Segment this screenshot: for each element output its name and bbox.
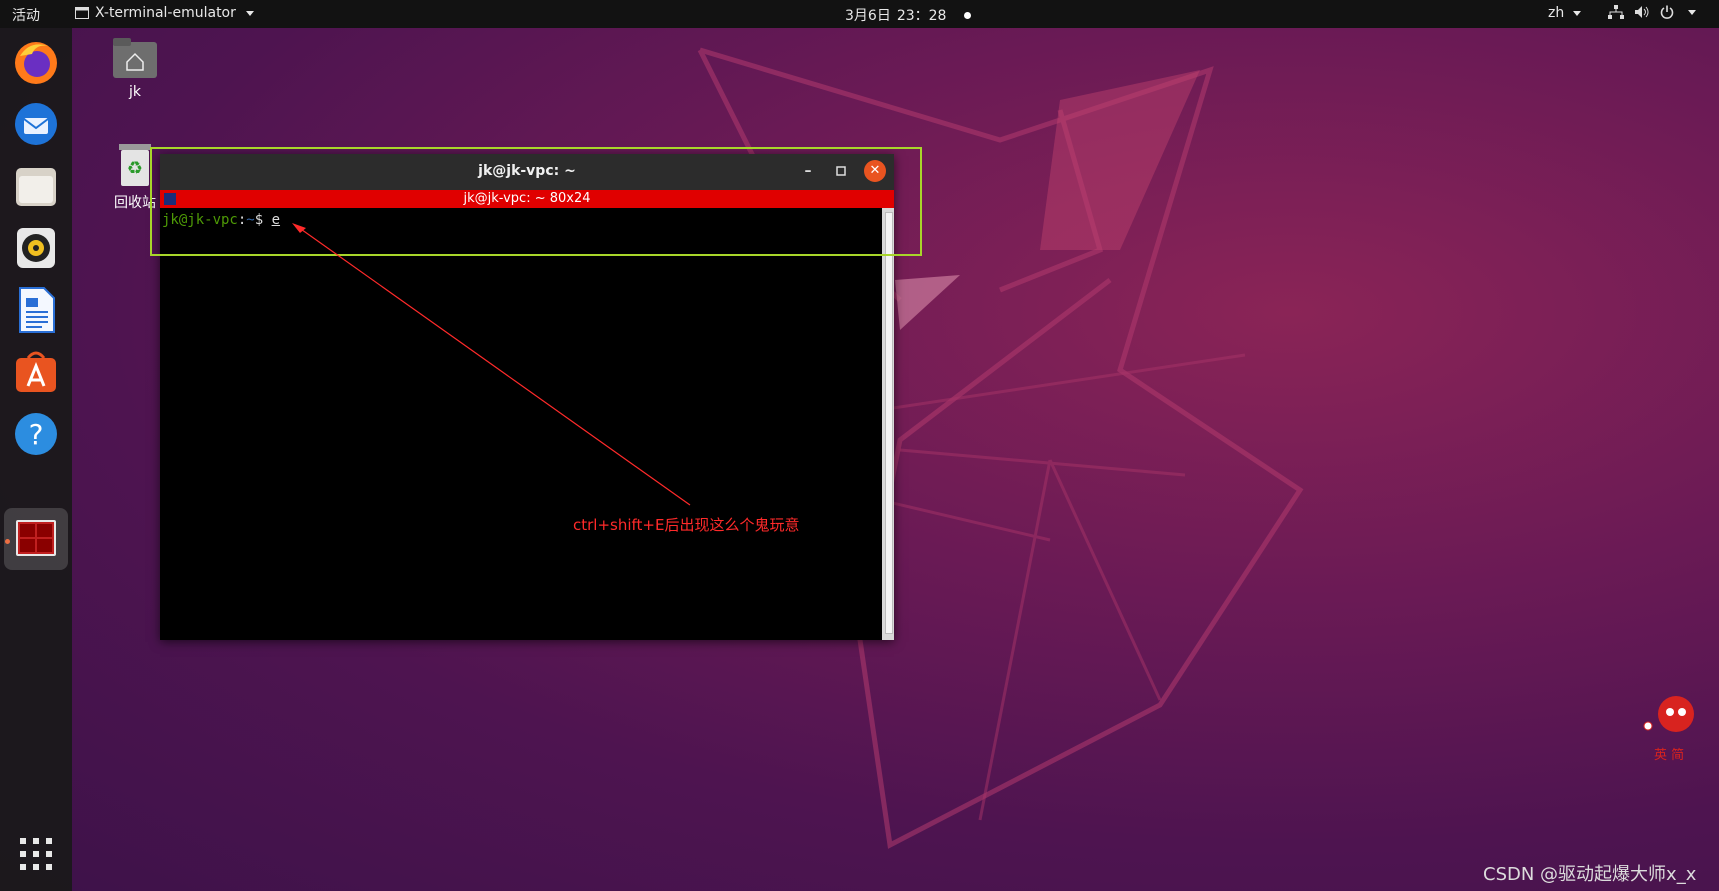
csdn-watermark: CSDN @驱动起爆大师x_x — [1483, 864, 1697, 885]
annotation-arrow — [292, 223, 691, 506]
annotation-text: ctrl+shift+E后出现这么个鬼玩意 — [573, 516, 800, 534]
ime-mascot[interactable]: 英 简 — [1640, 686, 1710, 763]
